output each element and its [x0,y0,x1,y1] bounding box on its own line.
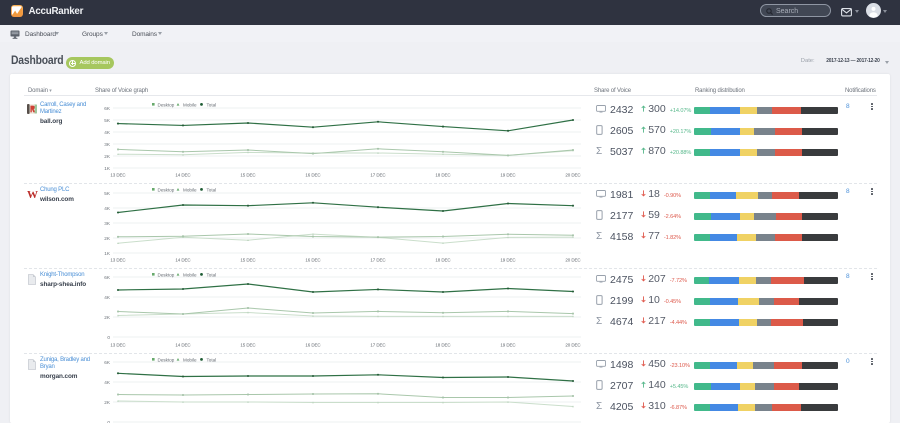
svg-text:Desktop: Desktop [158,102,175,107]
svg-text:Total: Total [207,187,217,192]
svg-text:18 DEC: 18 DEC [435,258,451,263]
svg-text:17 DEC: 17 DEC [370,173,386,178]
svg-text:13 DEC: 13 DEC [110,258,126,263]
svg-text:16 DEC: 16 DEC [305,258,321,263]
svg-text:4K: 4K [104,380,111,385]
svg-text:15 DEC: 15 DEC [240,173,256,178]
svg-text:6K: 6K [104,275,111,280]
svg-text:2K: 2K [104,154,111,159]
svg-text:3K: 3K [104,221,111,226]
svg-text:20 DEC: 20 DEC [565,343,581,348]
svg-text:15 DEC: 15 DEC [240,343,256,348]
svg-text:14 DEC: 14 DEC [175,343,191,348]
svg-text:15 DEC: 15 DEC [240,258,256,263]
svg-text:6K: 6K [104,106,111,111]
svg-text:Mobile: Mobile [183,102,197,107]
svg-text:17 DEC: 17 DEC [370,258,386,263]
svg-text:1K: 1K [104,251,111,256]
svg-text:5K: 5K [104,191,111,196]
svg-text:20 DEC: 20 DEC [565,173,581,178]
svg-text:Mobile: Mobile [183,187,197,192]
svg-text:Desktop: Desktop [158,187,175,192]
svg-text:19 DEC: 19 DEC [500,343,516,348]
svg-text:6K: 6K [104,360,111,365]
svg-text:Total: Total [207,102,217,107]
svg-text:W: W [27,189,38,199]
svg-text:20 DEC: 20 DEC [565,258,581,263]
svg-text:5K: 5K [104,118,111,123]
svg-text:18 DEC: 18 DEC [435,343,451,348]
svg-text:18 DEC: 18 DEC [435,173,451,178]
svg-text:Mobile: Mobile [183,357,197,362]
svg-text:Total: Total [207,272,217,277]
svg-text:Mobile: Mobile [183,272,197,277]
svg-text:Total: Total [207,357,217,362]
svg-text:16 DEC: 16 DEC [305,343,321,348]
svg-text:4K: 4K [104,206,111,211]
svg-text:4K: 4K [104,130,111,135]
svg-text:Desktop: Desktop [158,272,175,277]
svg-text:19 DEC: 19 DEC [500,173,516,178]
svg-text:16 DEC: 16 DEC [305,173,321,178]
svg-text:13 DEC: 13 DEC [110,343,126,348]
svg-text:1K: 1K [104,166,111,171]
svg-text:0: 0 [107,335,110,340]
svg-text:19 DEC: 19 DEC [500,258,516,263]
svg-text:2K: 2K [104,315,111,320]
svg-text:2K: 2K [104,236,111,241]
svg-text:2K: 2K [104,400,111,405]
svg-text:3K: 3K [104,142,111,147]
svg-text:13 DEC: 13 DEC [110,173,126,178]
svg-text:14 DEC: 14 DEC [175,173,191,178]
svg-text:17 DEC: 17 DEC [370,343,386,348]
svg-text:14 DEC: 14 DEC [175,258,191,263]
svg-text:4K: 4K [104,295,111,300]
svg-text:Desktop: Desktop [158,357,175,362]
